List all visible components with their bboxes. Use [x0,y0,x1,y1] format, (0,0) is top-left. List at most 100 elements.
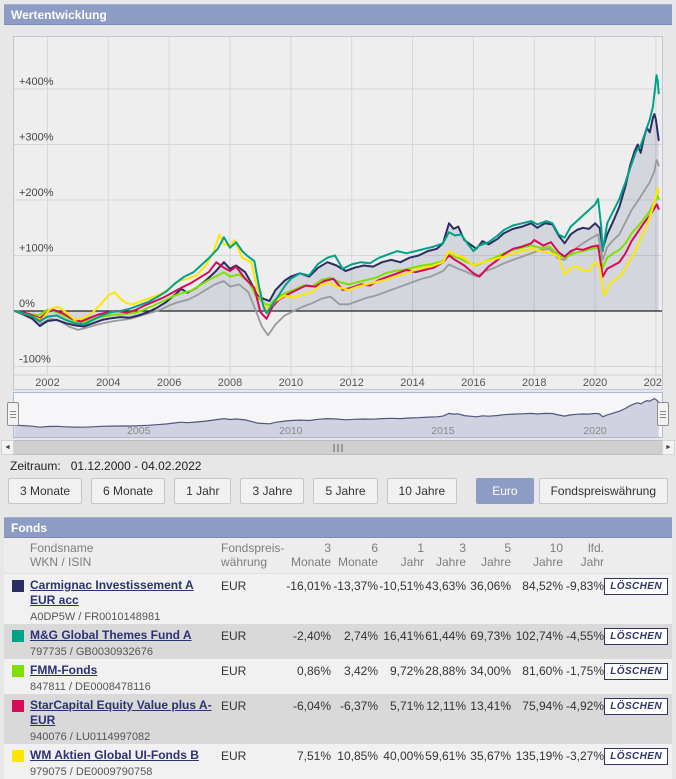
fund-perf-1y: 40,00% [383,749,424,763]
period-button-3m[interactable]: 3 Monate [8,478,83,504]
zeitraum-range: 01.12.2000 - 04.02.2022 [70,459,202,473]
fund-action-cell: LÖSCHEN [604,748,672,765]
svg-text:2005: 2005 [127,425,151,437]
scroll-left-arrow-icon[interactable]: ◄ [1,440,14,455]
fund-perf-ytd: -3,27% [565,749,604,763]
fund-perf-ytd: -1,75% [565,664,604,678]
fund-perf-3m: -6,04% [292,699,331,713]
fund-perf-10y: 75,94% [522,699,563,713]
fund-name-link[interactable]: WM Aktien Global UI-Fonds B [30,748,199,762]
scrollbar-track[interactable] [14,440,662,455]
svg-text:2010: 2010 [279,425,303,437]
delete-fund-button[interactable]: LÖSCHEN [604,698,668,715]
fund-perf-6m: 2,74% [343,629,378,643]
fund-table: Fondsname WKN / ISIN Fondspreis- währung… [4,538,672,779]
chart-gridlines [14,37,662,376]
fund-name-link[interactable]: FMM-Fonds [30,663,97,677]
fund-perf-5y: 69,73% [470,629,511,643]
col-header-ytd: lfd. Jahr [580,541,604,569]
currency-euro-button[interactable]: Euro [476,478,534,504]
navigator-area-fill [14,398,659,437]
col-header-fondsname: Fondsname WKN / ISIN [30,541,94,569]
period-button-3y[interactable]: 3 Jahre [240,478,305,504]
fund-wkn-isin: 940076 / LU0114997082 [30,731,151,743]
timeline-navigator-chart: 2005 2010 2015 2020 [14,398,660,437]
fund-name-link[interactable]: M&G Global Themes Fund A [30,628,192,642]
fund-perf-6m: 3,42% [343,664,378,678]
svg-text:-100%: -100% [19,354,51,366]
svg-text:2015: 2015 [431,425,455,437]
fund-perf-10y: 102,74% [515,629,563,643]
fund-name-cell: FMM-Fonds 847811 / DE0008478116 [30,663,221,694]
fund-perf-3y: 12,11% [426,699,466,713]
fund-table-row: FMM-Fonds 847811 / DE0008478116 EUR 0,86% 3,… [4,659,672,694]
period-button-5y[interactable]: 5 Jahre [313,478,378,504]
fund-wkn-isin: 797735 / GB0030932676 [30,646,153,658]
fund-name-link[interactable]: StarCapital Equity Value plus A-EUR [30,698,212,727]
fund-perf-ytd: -9,83% [565,579,604,593]
fund-perf-1y: -10,51% [379,579,424,593]
delete-fund-button[interactable]: LÖSCHEN [604,748,668,765]
svg-text:2020: 2020 [583,425,607,437]
fund-wkn-isin: A0DP5W / FR0010148981 [30,611,161,623]
timeline-scrollbar[interactable]: ◄ ► [1,440,675,455]
zeitraum-line: Zeitraum: 01.12.2000 - 04.02.2022 [10,459,201,473]
fund-color-swatch [12,750,24,762]
col-header-6m: 6 Monate [337,541,378,569]
fund-action-cell: LÖSCHEN [604,628,672,645]
fund-perf-6m: -6,37% [339,699,378,713]
svg-text:+300%: +300% [19,132,54,144]
fund-action-cell: LÖSCHEN [604,698,672,715]
svg-text:2022: 2022 [644,377,662,389]
fund-perf-3y: 43,63% [425,579,466,593]
fund-wkn-isin: 979075 / DE0009790758 [30,766,153,778]
fund-perf-3m: -16,01% [286,579,331,593]
fund-name-cell: WM Aktien Global UI-Fonds B 979075 / DE00… [30,748,221,779]
range-handle-right[interactable] [657,402,669,426]
scroll-right-arrow-icon[interactable]: ► [662,440,675,455]
period-button-1y[interactable]: 1 Jahr [174,478,232,504]
delete-fund-button[interactable]: LÖSCHEN [604,578,668,595]
svg-text:2004: 2004 [96,377,120,389]
fund-perf-3y: 61,44% [425,629,466,643]
performance-chart-panel: +400% +300% +200% +100% 0% -100% 2002 2004 2006 2… [13,36,663,390]
fund-perf-5y: 35,67% [470,749,511,763]
period-toolbar: 3 Monate 6 Monate 1 Jahr 3 Jahre 5 Jahre… [8,478,668,504]
fund-perf-5y: 34,00% [470,664,511,678]
delete-fund-button[interactable]: LÖSCHEN [604,663,668,680]
fund-color-swatch [12,630,24,642]
fund-name-cell: StarCapital Equity Value plus A-EUR 94007… [30,698,221,744]
timeline-navigator[interactable]: 2005 2010 2015 2020 [7,392,669,438]
fund-perf-10y: 81,60% [522,664,563,678]
range-handle-left[interactable] [7,402,19,426]
col-header-10y: 10 Jahre [532,541,563,569]
fund-perf-ytd: -4,92% [565,699,604,713]
fund-perf-6m: -13,37% [333,579,378,593]
fund-perf-10y: 135,19% [515,749,563,763]
period-button-10y[interactable]: 10 Jahre [386,478,458,504]
svg-text:2006: 2006 [157,377,181,389]
fund-perf-3m: 7,51% [296,749,331,763]
delete-fund-button[interactable]: LÖSCHEN [604,628,668,645]
performance-chart: +400%+300%+200%+100%0%-100%2002 2004 2006 2… [14,37,662,389]
fund-table-row: Carmignac Investissement A EUR acc A0DP5W… [4,574,672,624]
fund-currency: EUR [221,664,247,678]
fund-currency: EUR [221,699,247,713]
fund-table-header: Fondsname WKN / ISIN Fondspreis- währung… [4,538,672,574]
svg-text:2008: 2008 [218,377,242,389]
period-button-6m[interactable]: 6 Monate [91,478,166,504]
fund-name-link[interactable]: Carmignac Investissement A EUR acc [30,578,194,607]
svg-text:2018: 2018 [522,377,546,389]
currency-fund-button[interactable]: Fondspreiswährung [538,478,668,504]
col-header-5y: 5 Jahre [480,541,511,569]
svg-text:2012: 2012 [339,377,363,389]
fund-currency: EUR [221,749,247,763]
fund-currency: EUR [221,579,247,593]
fund-perf-ytd: -4,55% [565,629,604,643]
performance-section-header: Wertentwicklung [4,4,672,25]
scrollbar-grip-icon[interactable] [333,444,343,452]
svg-text:0%: 0% [19,298,35,310]
svg-text:+200%: +200% [19,187,54,199]
fund-perf-3m: -2,40% [292,629,331,643]
fund-perf-3y: 28,88% [425,664,466,678]
